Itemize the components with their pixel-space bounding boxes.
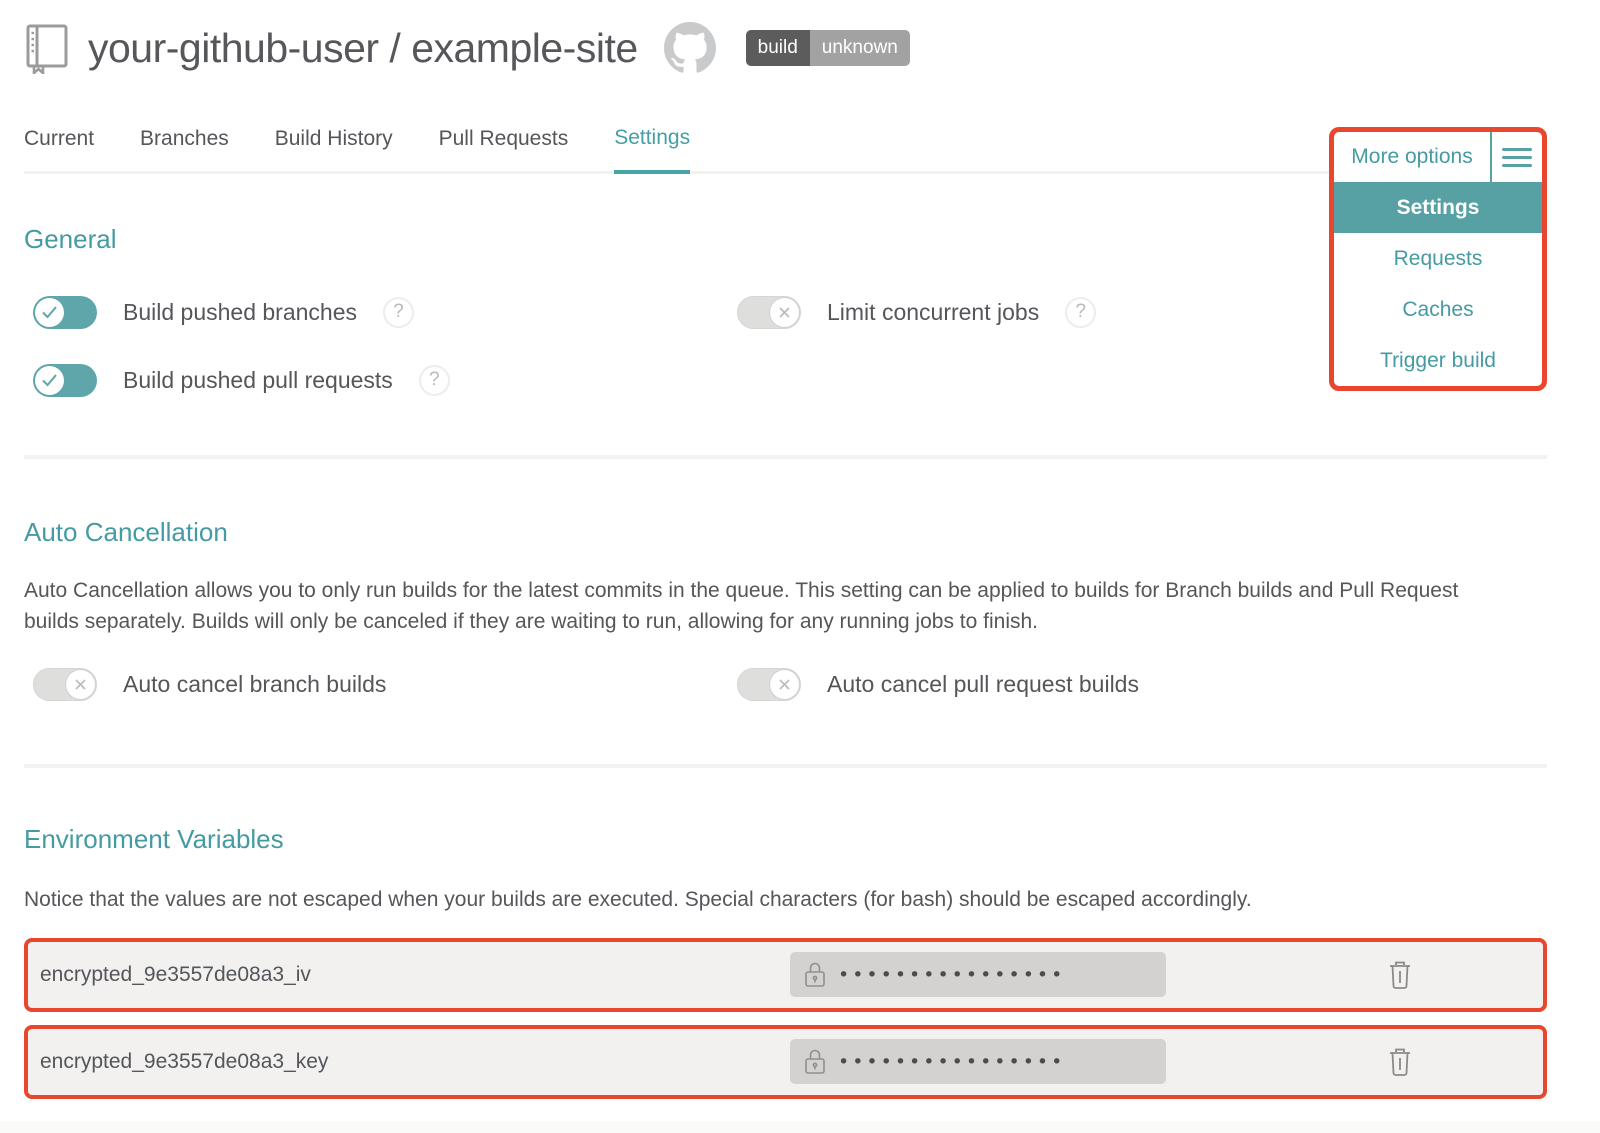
- env-var-value-field: ••••••••••••••••: [790, 952, 1166, 997]
- env-var-row-key: encrypted_9e3557de08a3_key •••••••••••••…: [24, 1025, 1547, 1099]
- toggle-knob: [66, 670, 95, 699]
- toggle-limit-concurrent-jobs[interactable]: [737, 296, 801, 329]
- toggle-build-pushed-branches[interactable]: [33, 296, 97, 329]
- toggle-label: Auto cancel pull request builds: [827, 671, 1139, 698]
- environment-variables-heading: Environment Variables: [24, 824, 1547, 855]
- repo-tabs: Current Branches Build History Pull Requ…: [24, 126, 1547, 174]
- toggle-knob: [35, 366, 64, 395]
- general-heading: General: [24, 224, 1547, 255]
- section-divider: [24, 764, 1547, 768]
- trash-icon: [1387, 1047, 1413, 1077]
- lock-icon: [804, 961, 826, 989]
- hamburger-icon[interactable]: [1490, 132, 1542, 182]
- setting-build-pushed-branches: Build pushed branches ?: [33, 295, 737, 329]
- masked-value: ••••••••••••••••: [838, 964, 1065, 986]
- help-icon[interactable]: ?: [1065, 297, 1096, 328]
- toggle-label: Limit concurrent jobs: [827, 299, 1039, 326]
- next-row-partial: [0, 1121, 1600, 1133]
- repo-header: your-github-user / example-site build un…: [0, 0, 1600, 74]
- build-status-badge: build unknown: [746, 30, 910, 66]
- env-var-name: encrypted_9e3557de08a3_iv: [40, 963, 790, 987]
- more-options-dropdown: More options Settings Requests Caches Tr…: [1329, 127, 1547, 391]
- menu-item-requests[interactable]: Requests: [1334, 233, 1542, 284]
- tab-settings[interactable]: Settings: [614, 126, 690, 174]
- toggle-build-pushed-pull-requests[interactable]: [33, 364, 97, 397]
- more-options-header: More options: [1334, 132, 1542, 182]
- environment-variables-notice: Notice that the values are not escaped w…: [24, 885, 1494, 916]
- repo-book-icon: [24, 22, 70, 74]
- more-options-button[interactable]: More options: [1334, 132, 1490, 182]
- environment-variables-list: encrypted_9e3557de08a3_iv ••••••••••••••…: [24, 938, 1547, 1099]
- tab-pull-requests[interactable]: Pull Requests: [439, 127, 569, 171]
- section-divider: [24, 455, 1547, 459]
- x-icon: [74, 678, 87, 691]
- menu-item-caches[interactable]: Caches: [1334, 284, 1542, 335]
- general-toggle-grid: Build pushed branches ? Limit concurrent…: [24, 295, 1547, 397]
- menu-item-settings[interactable]: Settings: [1334, 182, 1542, 233]
- env-var-value-field: ••••••••••••••••: [790, 1039, 1166, 1084]
- tab-branches[interactable]: Branches: [140, 127, 229, 171]
- settings-content: General Build pushed branches ? Limit co…: [24, 224, 1547, 1099]
- auto-cancellation-description: Auto Cancellation allows you to only run…: [24, 576, 1494, 638]
- trash-icon: [1387, 960, 1413, 990]
- delete-env-var-button[interactable]: [1387, 1047, 1413, 1077]
- toggle-knob: [770, 298, 799, 327]
- help-icon[interactable]: ?: [383, 297, 414, 328]
- delete-env-var-button[interactable]: [1387, 960, 1413, 990]
- lock-icon: [804, 1048, 826, 1076]
- check-icon: [41, 373, 58, 387]
- tab-current[interactable]: Current: [24, 127, 94, 171]
- github-icon: [664, 22, 716, 74]
- toggle-label: Build pushed pull requests: [123, 367, 393, 394]
- setting-auto-cancel-pull-request-builds: Auto cancel pull request builds: [737, 668, 1547, 702]
- badge-build-label: build: [746, 30, 810, 66]
- env-var-row-iv: encrypted_9e3557de08a3_iv ••••••••••••••…: [24, 938, 1547, 1012]
- toggle-label: Build pushed branches: [123, 299, 357, 326]
- toggle-knob: [770, 670, 799, 699]
- help-icon[interactable]: ?: [419, 365, 450, 396]
- badge-build-status: unknown: [810, 30, 910, 66]
- check-icon: [41, 305, 58, 319]
- x-icon: [778, 306, 791, 319]
- setting-auto-cancel-branch-builds: Auto cancel branch builds: [33, 668, 737, 702]
- x-icon: [778, 678, 791, 691]
- page-title: your-github-user / example-site: [88, 25, 638, 72]
- auto-cancellation-toggle-grid: Auto cancel branch builds Auto cancel pu…: [24, 668, 1547, 702]
- toggle-auto-cancel-branch-builds[interactable]: [33, 668, 97, 701]
- auto-cancellation-heading: Auto Cancellation: [24, 517, 1547, 548]
- toggle-knob: [35, 298, 64, 327]
- toggle-auto-cancel-pull-request-builds[interactable]: [737, 668, 801, 701]
- tab-build-history[interactable]: Build History: [275, 127, 393, 171]
- setting-build-pushed-pull-requests: Build pushed pull requests ?: [33, 363, 737, 397]
- masked-value: ••••••••••••••••: [838, 1051, 1065, 1073]
- env-var-name: encrypted_9e3557de08a3_key: [40, 1050, 790, 1074]
- travis-repo-settings-page: your-github-user / example-site build un…: [0, 0, 1600, 1133]
- menu-item-trigger-build[interactable]: Trigger build: [1334, 335, 1542, 386]
- toggle-label: Auto cancel branch builds: [123, 671, 386, 698]
